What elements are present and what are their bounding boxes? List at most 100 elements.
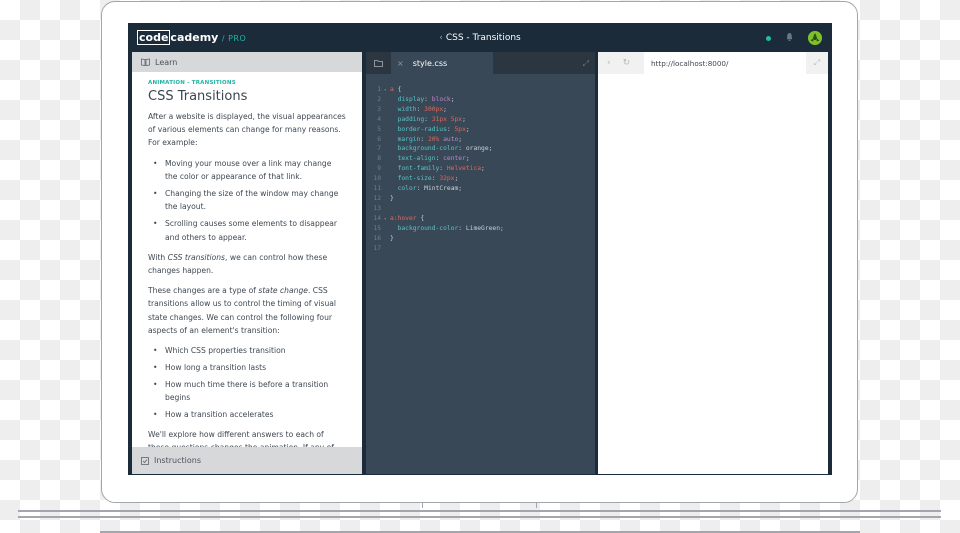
code-token: ; (499, 224, 504, 232)
laptop-base (18, 510, 941, 513)
code-token: a:hover (390, 214, 417, 222)
learn-tab-label: Learn (155, 57, 178, 67)
code-token: { (416, 214, 425, 222)
code-token: : (416, 105, 425, 113)
line-number: 2 (377, 95, 381, 103)
code-token: background-color (397, 145, 459, 153)
code-token: background-color (397, 224, 459, 232)
code-token: ; (488, 145, 493, 153)
code-token: 31px 5px (431, 115, 463, 123)
code-token: text-align (397, 155, 436, 163)
code-token: : (446, 125, 455, 133)
lesson-paragraph: We'll explore how different answers to e… (148, 430, 334, 447)
bell-icon[interactable] (785, 32, 794, 42)
code-line[interactable]: 5 border-radius: 5px; (366, 125, 595, 135)
line-number: 1 (377, 86, 381, 93)
code-line[interactable]: 11 color: MintCream; (366, 184, 595, 194)
expand-icon[interactable]: ⤢ (583, 59, 589, 69)
code-token: ; (443, 105, 447, 113)
back-icon[interactable]: ‹ (607, 58, 611, 68)
code-token: ; (458, 135, 463, 143)
code-line[interactable]: 9 font-family: Helvetica; (366, 164, 595, 174)
code-line[interactable]: 6 margin: 20% auto; (366, 135, 595, 145)
code-line[interactable]: 15 background-color: LimeGreen; (366, 224, 595, 234)
code-line[interactable]: 7 background-color: orange; (366, 144, 595, 154)
code-line[interactable]: 16} (366, 234, 595, 244)
code-area[interactable]: 1 ▾ a {2 display: block; 3 width: 300px; 4 p… (366, 74, 595, 253)
code-line[interactable]: 13 (366, 204, 595, 214)
close-tab-icon[interactable]: × (397, 59, 404, 68)
top-bar: code cademy / PRO ‹ CSS - Transitions (128, 23, 832, 52)
instructions-tab[interactable]: Instructions (132, 447, 362, 474)
list-item: Which CSS properties transition (148, 344, 346, 357)
line-number: 13 (373, 204, 381, 212)
book-icon (141, 58, 150, 66)
list-item: Moving your mouse over a link may change… (148, 157, 346, 183)
fold-gutter (384, 204, 390, 214)
course-title-text: CSS - Transitions (445, 33, 521, 43)
code-token: : (431, 175, 440, 183)
refresh-icon[interactable]: ↻ (623, 58, 631, 68)
code-token: border-radius (397, 125, 447, 133)
code-token: : (416, 185, 425, 193)
code-line[interactable]: 3 width: 300px; (366, 105, 595, 115)
code-token: 5px (454, 125, 466, 133)
code-token: 32px (439, 175, 455, 183)
hinge-mark (422, 503, 423, 508)
code-token: : (424, 95, 432, 103)
code-line[interactable]: 1 ▾ a { (366, 85, 595, 95)
code-line[interactable]: 17 (366, 244, 595, 254)
line-number: 7 (377, 145, 381, 153)
code-token: width (397, 105, 417, 113)
code-token: : (435, 155, 444, 163)
course-title[interactable]: ‹ CSS - Transitions (128, 33, 832, 43)
line-number: 11 (373, 185, 381, 193)
line-number: 6 (377, 135, 381, 143)
code-line[interactable]: 8 text-align: center; (366, 154, 595, 164)
learn-panel: Learn ANIMATION - TRANSITIONS CSS Transi… (132, 52, 362, 474)
code-line[interactable]: 14 ▾ a:hover { (366, 214, 595, 224)
lesson-breadcrumb: ANIMATION - TRANSITIONS (148, 80, 236, 86)
browser-panel: ‹ ↻ http://localhost:8000/ ⤢ (598, 52, 828, 474)
file-browser-button[interactable] (366, 52, 391, 74)
code-editor-panel: × style.css ⤢ 1 ▾ a {2 display: block; 3 wi… (366, 52, 595, 474)
code-token: padding (397, 115, 425, 123)
code-line[interactable]: 4 padding: 31px 5px; (366, 115, 595, 125)
learn-tab[interactable]: Learn (132, 52, 362, 72)
code-line[interactable]: 2 display: block; (366, 95, 595, 105)
code-line[interactable]: 12} (366, 194, 595, 204)
lesson-paragraph: These changes are a type of state change… (148, 284, 346, 337)
code-token: : (420, 135, 428, 143)
code-line[interactable]: 10 font-size: 32px; (366, 174, 595, 184)
code-token: ; (454, 175, 459, 183)
code-token: ; (481, 165, 485, 173)
example-list: Moving your mouse over a link may change… (148, 157, 346, 244)
url-field[interactable]: http://localhost:8000/ (644, 59, 728, 68)
text: These changes are a type of (148, 286, 259, 296)
code-token: : (458, 145, 466, 153)
line-number: 8 (377, 155, 381, 163)
text: With (148, 252, 168, 262)
user-avatar[interactable] (808, 31, 822, 45)
code-token: ; (465, 125, 470, 133)
expand-browser-icon[interactable]: ⤢ (806, 52, 828, 74)
line-number: 17 (373, 244, 381, 252)
code-token: block (431, 95, 451, 103)
code-token: display (397, 95, 425, 103)
file-tab-style-css[interactable]: × style.css (391, 52, 493, 74)
aspect-list: Which CSS properties transition How long… (148, 344, 346, 421)
line-number: 10 (373, 175, 381, 183)
lesson-content: ANIMATION - TRANSITIONS CSS Transitions … (132, 72, 362, 447)
hinge-mark (536, 503, 537, 508)
instructions-label: Instructions (154, 456, 201, 465)
code-token: LimeGreen (465, 224, 500, 232)
browser-nav: ‹ ↻ (598, 52, 644, 74)
line-number: 12 (373, 194, 381, 202)
